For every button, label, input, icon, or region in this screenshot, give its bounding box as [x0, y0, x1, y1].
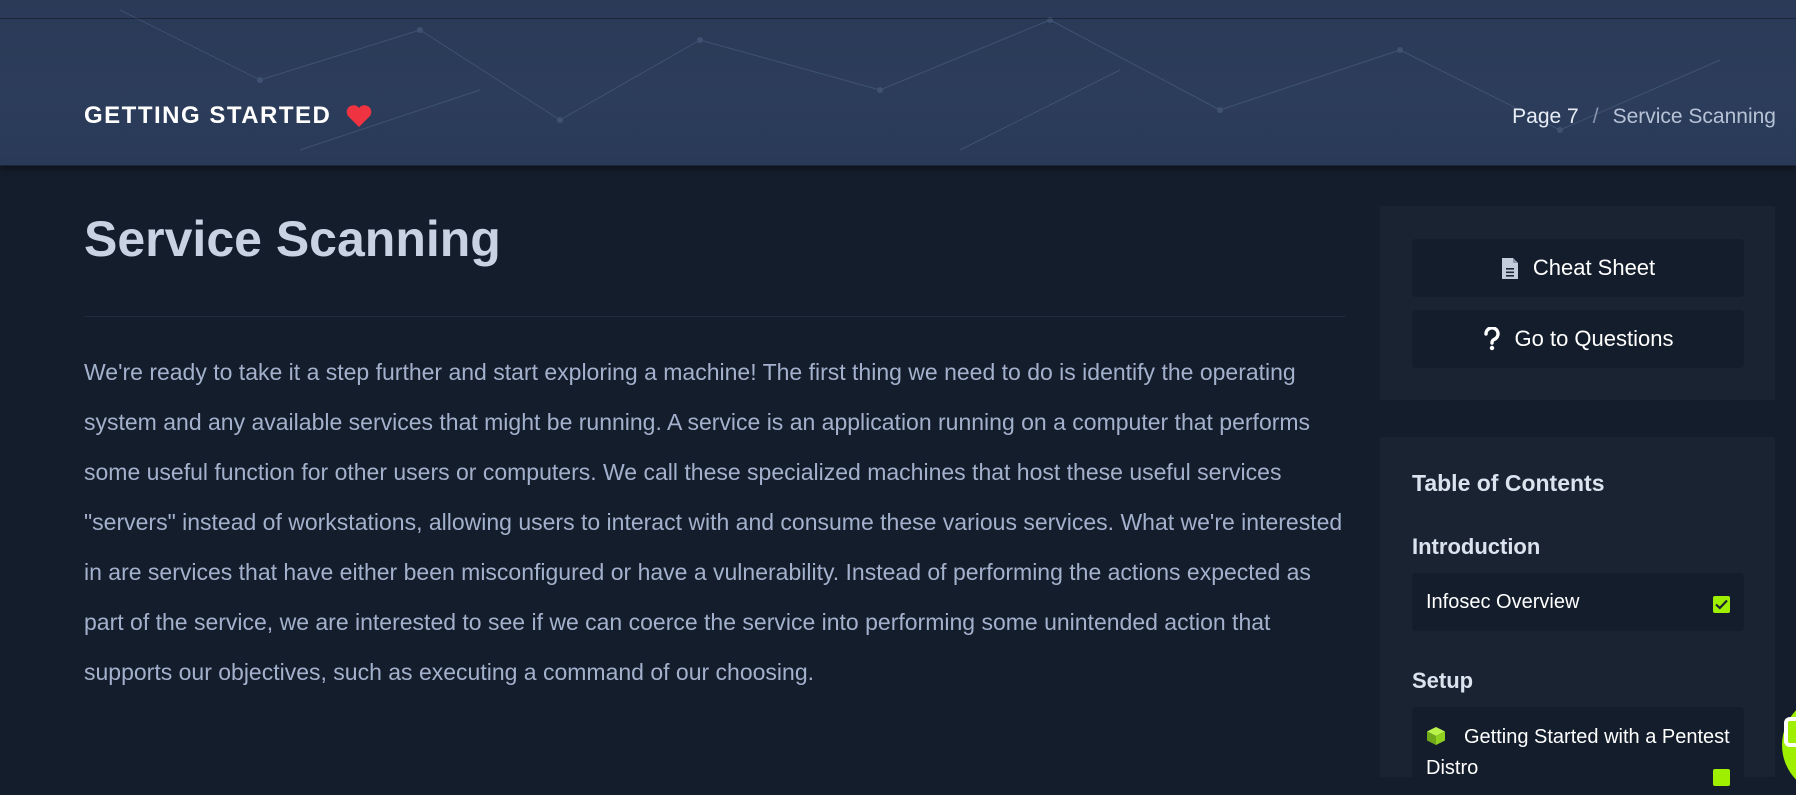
heart-icon[interactable]: [345, 104, 373, 128]
breadcrumb-separator: /: [1592, 105, 1599, 128]
toc-section-introduction: Introduction: [1412, 534, 1541, 559]
toc-item-label: Getting Started with a Pentest Distro: [1426, 726, 1730, 779]
toc-title: Table of Contents: [1412, 470, 1605, 496]
toc-item-infosec-overview[interactable]: Infosec Overview: [1412, 573, 1744, 631]
title-divider: [84, 316, 1346, 317]
module-title-text: GETTING STARTED: [84, 102, 332, 129]
section-paragraph: We're ready to take it a step further an…: [84, 359, 1343, 685]
page-title: Service Scanning: [84, 211, 501, 267]
module-header: GETTING STARTED Page 7 / Service Scannin…: [0, 0, 1796, 166]
actions-card: Cheat Sheet Go to Questions: [1380, 206, 1775, 400]
toc-section-setup: Setup: [1412, 668, 1474, 693]
cheat-sheet-label: Cheat Sheet: [1532, 255, 1656, 280]
table-of-contents: Table of Contents Introduction Infosec O…: [1380, 437, 1775, 787]
breadcrumb-page-link[interactable]: Page 7: [1512, 105, 1579, 129]
world-map-decoration: [119, 9, 1721, 151]
chat-icon: [1784, 717, 1796, 747]
module-title: GETTING STARTED: [84, 102, 373, 130]
toc-item-label: Infosec Overview: [1426, 590, 1580, 613]
cube-icon: [1426, 726, 1446, 754]
breadcrumb-current: Service Scanning: [1612, 105, 1776, 128]
header-top-border: [0, 18, 1796, 19]
cheat-sheet-button[interactable]: Cheat Sheet: [1412, 239, 1744, 297]
completed-check-icon: [1713, 769, 1730, 786]
document-icon: [1501, 257, 1519, 280]
breadcrumb: Page 7 / Service Scanning: [1512, 105, 1776, 129]
go-to-questions-button[interactable]: Go to Questions: [1412, 310, 1744, 368]
go-to-questions-label: Go to Questions: [1514, 326, 1674, 351]
toc-item-pentest-distro[interactable]: Getting Started with a Pentest Distro: [1412, 707, 1744, 787]
question-icon: [1483, 327, 1501, 351]
completed-check-icon: [1713, 596, 1730, 613]
